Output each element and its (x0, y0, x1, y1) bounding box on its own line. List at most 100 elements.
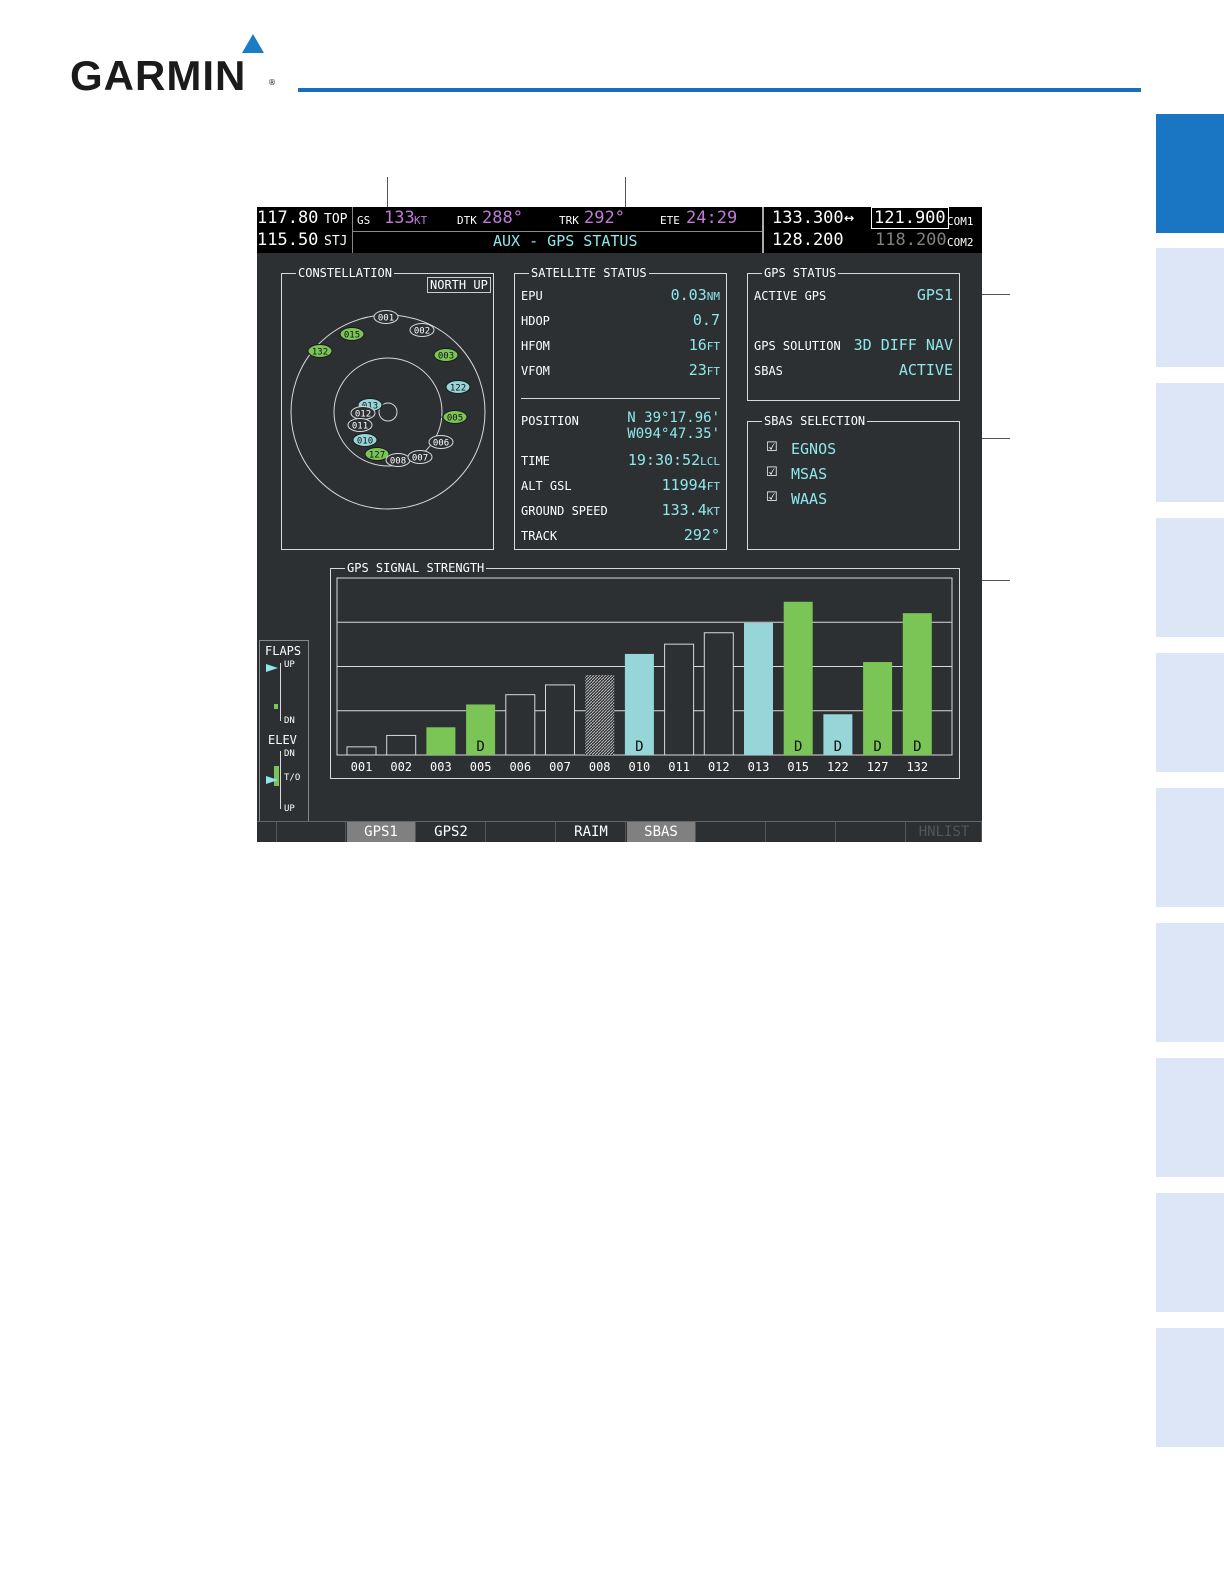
checkbox-checked-icon[interactable]: ☑ (766, 490, 778, 505)
satellite-tick-label: 007 (549, 760, 571, 774)
signal-bar-008 (585, 675, 615, 755)
softkey-blank[interactable] (277, 822, 346, 842)
satellite-id: 011 (352, 422, 368, 432)
section-tab[interactable] (1156, 248, 1224, 367)
divider (352, 207, 353, 253)
satellite-id: 012 (355, 410, 371, 420)
constellation-sky-plot: 001002003015132122013012011005010 0061270… (290, 310, 486, 510)
elev-title: ELEV (268, 733, 297, 747)
softkey-blank[interactable] (697, 822, 766, 842)
alt-readout: 11994FT (662, 476, 720, 494)
sbas-value: ACTIVE (898, 361, 953, 379)
satellite-tick-label: 006 (509, 760, 531, 774)
alt-unit: FT (706, 480, 720, 493)
softkey-gps1[interactable]: GPS1 (347, 822, 416, 842)
diff-flag-label: D (476, 739, 484, 755)
diff-flag-label: D (794, 739, 802, 755)
signal-strength-panel: GPS SIGNAL STRENGTH DDDDDD 001 002 003 005 0… (330, 561, 960, 779)
section-tab[interactable] (1156, 383, 1224, 502)
satellite-marker: 006 (428, 435, 454, 449)
elev-dn-label: DN (284, 749, 295, 759)
diff-flag-label: D (834, 739, 842, 755)
time-readout: 19:30:52LCL (628, 451, 720, 469)
signal-bar-002 (386, 734, 417, 756)
satellite-id: 127 (369, 451, 385, 461)
softkey-blank[interactable] (837, 822, 906, 842)
signal-bar-013 (744, 622, 773, 755)
time-value: 19:30:52 (627, 451, 701, 469)
softkey-sbas[interactable]: SBAS (627, 822, 696, 842)
satellite-marker: 012 (350, 406, 376, 420)
flaps-title: FLAPS (265, 644, 302, 658)
com2-active: 118.200 (875, 230, 947, 250)
section-tab-active[interactable] (1156, 114, 1224, 233)
section-tab[interactable] (1156, 923, 1224, 1042)
nav1-id: TOP (324, 212, 348, 227)
epu-value: 0.03 (670, 286, 707, 304)
position-lat: N 39°17.96' (627, 410, 720, 426)
signal-bar-001 (346, 746, 377, 756)
gs-value: 133 (384, 208, 415, 228)
hfom-unit: FT (706, 340, 720, 353)
ground-speed-unit: KT (706, 505, 720, 518)
satellite-tick-label: 132 (906, 760, 928, 774)
signal-bar-012 (703, 632, 734, 756)
mfd-screen: 117.80 TOP 115.50 STJ GS 133 KT DTK 288°… (257, 207, 982, 842)
com1-standby: 133.300 (772, 208, 844, 228)
satellite-marker: 010 (348, 433, 382, 447)
swap-arrow-icon[interactable]: ↔ (844, 208, 854, 228)
checkbox-checked-icon[interactable]: ☑ (766, 465, 778, 480)
satellite-status-title: SATELLITE STATUS (529, 266, 649, 280)
satellite-marker: 132 (303, 344, 337, 358)
satellite-tick-label: 127 (867, 760, 889, 774)
section-tab[interactable] (1156, 653, 1224, 772)
section-tab[interactable] (1156, 788, 1224, 907)
time-label: TIME (521, 454, 550, 468)
gps-solution-label: GPS SOLUTION (754, 339, 841, 353)
hdop-value: 0.7 (692, 311, 720, 329)
section-tab[interactable] (1156, 1193, 1224, 1312)
logo-registered-mark: ® (268, 78, 276, 87)
flaps-scale (280, 663, 281, 721)
sbas-option-label: MSAS (791, 465, 828, 483)
signal-bar-007 (545, 684, 575, 756)
softkey-blank[interactable] (487, 822, 556, 842)
softkey-gps2[interactable]: GPS2 (417, 822, 486, 842)
section-tab[interactable] (1156, 1058, 1224, 1177)
signal-bar-132 (902, 613, 932, 755)
satellite-id: 005 (447, 414, 463, 424)
com1-active[interactable]: 121.900 (871, 207, 949, 229)
com1-label: COM1 (947, 215, 974, 228)
satellite-id: 007 (412, 454, 428, 464)
satellite-marker: 008 (385, 453, 411, 467)
satellite-marker: 002 (409, 323, 435, 337)
satellite-id: 006 (433, 439, 449, 449)
section-tab[interactable] (1156, 518, 1224, 637)
vfom-unit: FT (706, 365, 720, 378)
softkey-hnlist[interactable]: HNLIST (907, 822, 982, 842)
satellite-tick-label: 002 (390, 760, 412, 774)
softkey-raim[interactable]: RAIM (557, 822, 626, 842)
alt-label: ALT GSL (521, 479, 572, 493)
satellite-id: 132 (312, 348, 328, 358)
checkbox-checked-icon[interactable]: ☑ (766, 440, 778, 455)
satellite-tick-label: 015 (787, 760, 809, 774)
satellite-id: 008 (390, 457, 406, 467)
satellite-tick-label: 011 (668, 760, 690, 774)
softkey-blank[interactable] (767, 822, 836, 842)
satellite-id: 122 (450, 384, 466, 394)
ground-speed-value: 133.4 (661, 501, 707, 519)
satellite-marker: 007 (407, 450, 433, 464)
constellation-panel: CONSTELLATION NORTH UP 001 002 003 015 132 12… (281, 266, 494, 550)
active-gps-label: ACTIVE GPS (754, 289, 827, 303)
hfom-value: 16 (688, 336, 707, 354)
gs-unit: KT (414, 214, 428, 227)
section-tab[interactable] (1156, 1328, 1224, 1447)
vfom-label: VFOM (521, 364, 550, 378)
satellite-tick-label: 003 (430, 760, 452, 774)
page-title: AUX - GPS STATUS (493, 232, 638, 250)
ground-speed-label: GROUND SPEED (521, 504, 608, 518)
hdop-label: HDOP (521, 314, 550, 328)
epu-label: EPU (521, 289, 543, 303)
logo-text: GARMIN (70, 52, 247, 99)
